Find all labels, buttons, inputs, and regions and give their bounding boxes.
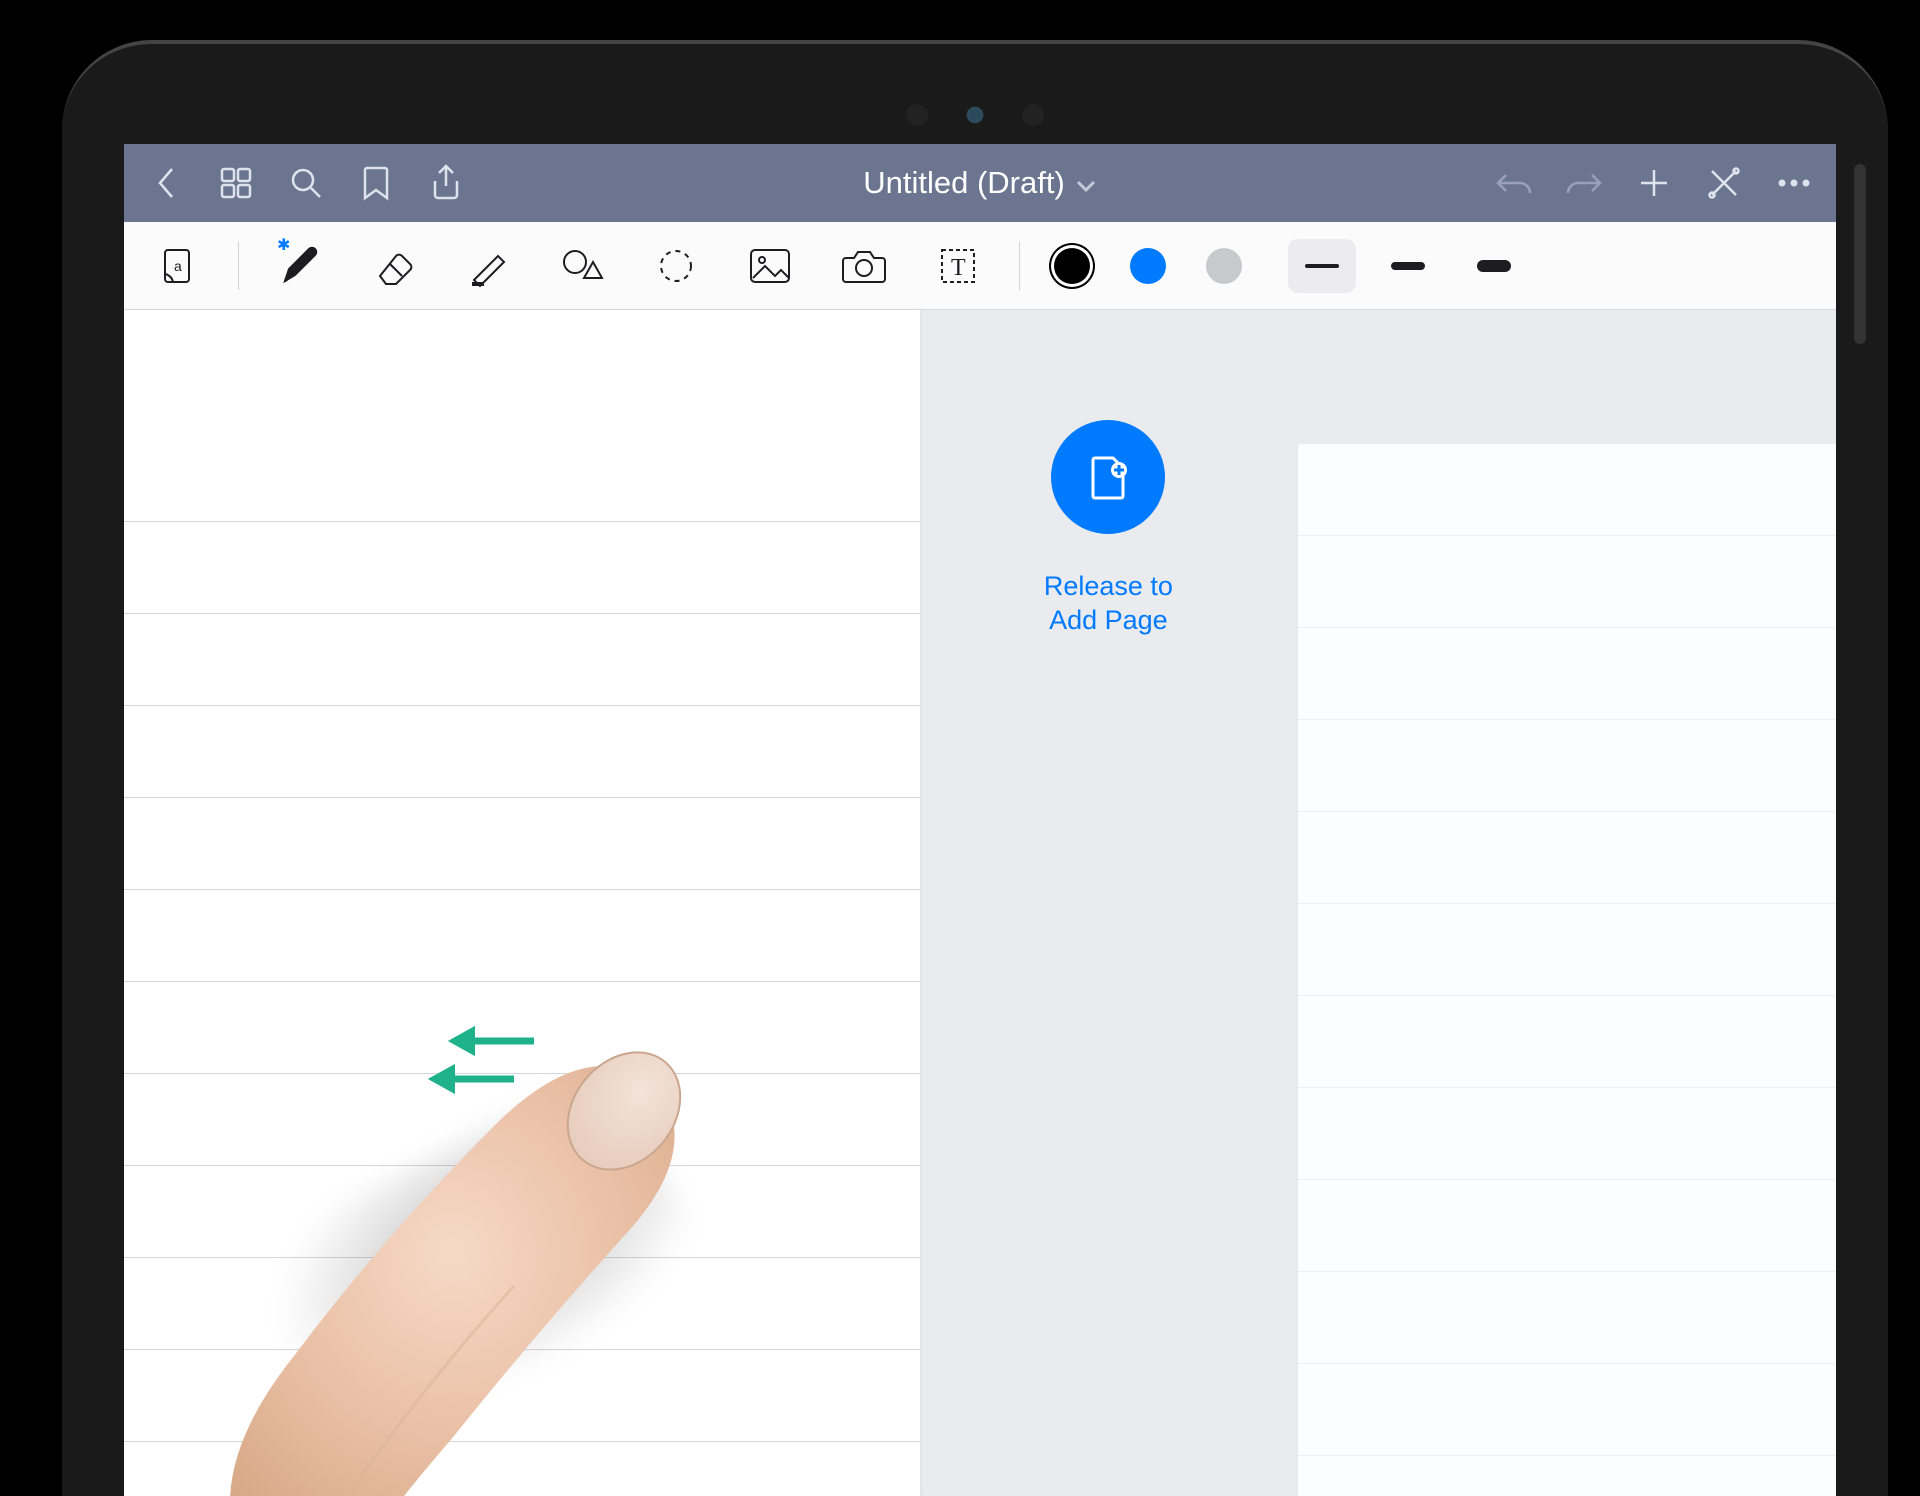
page-template-icon: a [155, 244, 199, 288]
back-button[interactable] [144, 161, 188, 205]
text-tool[interactable]: T [925, 238, 991, 294]
stroke-thin-button[interactable] [1288, 239, 1356, 293]
grid-icon [218, 165, 254, 201]
chevron-left-icon [153, 165, 179, 201]
canvas-area[interactable]: Release to Add Page [124, 310, 1836, 1496]
svg-text:T: T [951, 255, 966, 281]
svg-text:a: a [174, 258, 182, 274]
current-page[interactable] [124, 310, 920, 1496]
share-button[interactable] [424, 161, 468, 205]
color-swatch-black[interactable] [1054, 248, 1090, 284]
toolbar-divider [1019, 242, 1020, 290]
lasso-icon [654, 244, 698, 288]
tool-bar: a ✱ [124, 222, 1836, 310]
add-button[interactable] [1632, 161, 1676, 205]
eraser-icon [370, 244, 418, 288]
toolbar-divider [238, 242, 239, 290]
add-page-icon [1081, 450, 1135, 504]
add-page-gap: Release to Add Page [920, 310, 1297, 1496]
lasso-tool[interactable] [643, 238, 709, 294]
app-screen: Untitled (Draft) [124, 144, 1836, 1496]
camera-tool[interactable] [831, 238, 897, 294]
bluetooth-indicator-icon: ✱ [277, 235, 290, 255]
shapes-icon [558, 244, 606, 288]
plus-icon [1637, 166, 1671, 200]
nav-left-group [144, 161, 468, 205]
document-title-button[interactable]: Untitled (Draft) [468, 165, 1492, 201]
ruled-lines [124, 430, 920, 1496]
redo-icon [1564, 169, 1604, 197]
image-icon [747, 246, 793, 286]
stroke-thick-icon [1477, 260, 1511, 272]
sensor-dot [906, 104, 928, 126]
undo-button[interactable] [1492, 161, 1536, 205]
undo-icon [1494, 169, 1534, 197]
shapes-tool[interactable] [549, 238, 615, 294]
text-icon: T [938, 246, 978, 286]
grid-view-button[interactable] [214, 161, 258, 205]
sensor-dot [1022, 104, 1044, 126]
add-page-button[interactable] [1051, 420, 1165, 534]
ipad-bezel: Untitled (Draft) [62, 40, 1888, 1496]
stroke-thin-icon [1305, 264, 1339, 268]
bookmark-icon [361, 164, 391, 202]
pen-tool[interactable]: ✱ [267, 238, 333, 294]
stroke-thick-button[interactable] [1460, 239, 1528, 293]
eraser-tool[interactable] [361, 238, 427, 294]
stroke-width-group [1288, 239, 1528, 293]
highlighter-icon [464, 244, 512, 288]
highlighter-tool[interactable] [455, 238, 521, 294]
color-swatch-gray[interactable] [1206, 248, 1242, 284]
nav-bar: Untitled (Draft) [124, 144, 1836, 222]
redo-button[interactable] [1562, 161, 1606, 205]
add-page-label: Release to Add Page [1044, 570, 1173, 638]
more-button[interactable] [1772, 161, 1816, 205]
camera-icon [840, 246, 888, 286]
ipad-frame: Untitled (Draft) [0, 0, 1920, 1496]
next-page-preview[interactable] [1297, 444, 1836, 1496]
ellipsis-icon [1776, 178, 1812, 188]
color-swatch-blue[interactable] [1130, 248, 1166, 284]
page-template-tool[interactable]: a [144, 238, 210, 294]
share-icon [429, 163, 463, 203]
stroke-medium-icon [1391, 262, 1425, 270]
hardware-volume-button [1854, 164, 1866, 344]
color-picker-group [1054, 248, 1242, 284]
camera-cluster [906, 104, 1044, 126]
document-title: Untitled (Draft) [863, 165, 1065, 201]
nav-right-group [1492, 161, 1816, 205]
search-button[interactable] [284, 161, 328, 205]
stylus-cross-icon [1706, 165, 1742, 201]
bookmark-button[interactable] [354, 161, 398, 205]
search-icon [288, 165, 324, 201]
stylus-toggle-button[interactable] [1702, 161, 1746, 205]
camera-lens [968, 108, 982, 122]
image-tool[interactable] [737, 238, 803, 294]
chevron-down-icon [1075, 165, 1097, 201]
stroke-medium-button[interactable] [1374, 239, 1442, 293]
